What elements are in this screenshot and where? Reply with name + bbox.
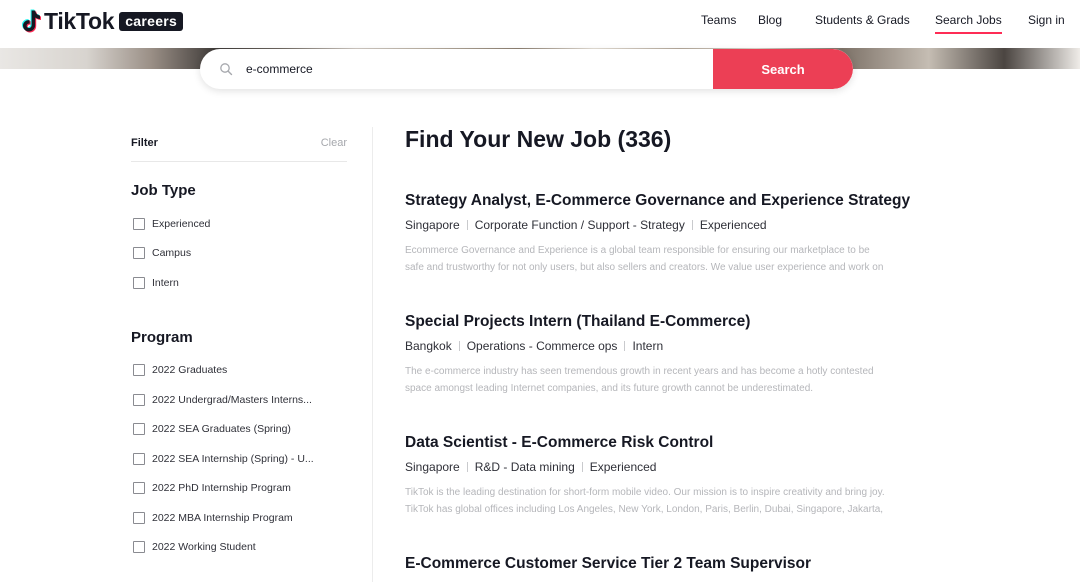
job-card: E-Commerce Customer Service Tier 2 Team … [405, 555, 965, 573]
option-label: Campus [152, 247, 192, 259]
job-description-line: TikTok has global offices including Los … [405, 504, 884, 515]
filter-label: Filter [131, 137, 158, 149]
job-type-option-experienced[interactable]: Experienced [133, 217, 210, 231]
option-label: 2022 MBA Internship Program [152, 512, 293, 524]
job-meta: Singapore Corporate Function / Support -… [405, 218, 965, 232]
program-option[interactable]: 2022 Graduates [133, 363, 227, 377]
job-location: Singapore [405, 460, 460, 474]
program-option[interactable]: 2022 Working Student [133, 540, 256, 554]
meta-separator [466, 462, 468, 472]
checkbox[interactable] [133, 482, 145, 494]
tiktok-note-icon [22, 9, 42, 33]
program-option[interactable]: 2022 SEA Graduates (Spring) [133, 422, 291, 436]
nav-students-grads[interactable]: Students & Grads [815, 13, 910, 27]
job-title-link[interactable]: Data Scientist - E-Commerce Risk Control [405, 434, 965, 452]
checkbox[interactable] [133, 512, 145, 524]
option-label: 2022 SEA Graduates (Spring) [152, 423, 291, 435]
job-description-line: space amongst leading Internet companies… [405, 383, 814, 394]
program-option[interactable]: 2022 SEA Internship (Spring) - U... [133, 452, 314, 466]
filter-header: Filter Clear [131, 127, 347, 162]
nav-search-jobs[interactable]: Search Jobs [935, 13, 1002, 34]
page-title: Find Your New Job (336) [405, 126, 672, 152]
column-divider [372, 127, 373, 582]
option-label: Intern [152, 277, 179, 289]
job-description-line: safe and trustworthy for not only users,… [405, 262, 884, 273]
checkbox[interactable] [133, 247, 145, 259]
job-card: Data Scientist - E-Commerce Risk Control… [405, 434, 965, 518]
job-description-line: Ecommerce Governance and Experience is a… [405, 245, 870, 256]
filter-sidebar: Filter Clear Job Type Experienced Campus… [131, 127, 347, 553]
job-type: Experienced [699, 218, 767, 232]
checkbox[interactable] [133, 218, 145, 230]
program-option[interactable]: 2022 PhD Internship Program [133, 481, 291, 495]
job-description: The e-commerce industry has seen tremend… [405, 363, 965, 397]
job-type-option-campus[interactable]: Campus [133, 246, 191, 260]
job-meta: Bangkok Operations - Commerce ops Intern [405, 339, 965, 353]
meta-separator [466, 220, 468, 230]
job-location: Singapore [405, 218, 460, 232]
meta-separator [691, 220, 693, 230]
job-card: Special Projects Intern (Thailand E-Comm… [405, 313, 965, 397]
nav-sign-in[interactable]: Sign in [1028, 13, 1065, 27]
search-button[interactable]: Search [713, 49, 853, 89]
option-label: 2022 Working Student [152, 541, 256, 553]
checkbox[interactable] [133, 423, 145, 435]
meta-separator [624, 341, 626, 351]
meta-separator [581, 462, 583, 472]
meta-separator [458, 341, 460, 351]
job-search-bar: Search [200, 49, 853, 89]
checkbox[interactable] [133, 277, 145, 289]
careers-badge: careers [119, 11, 184, 31]
job-type: Experienced [589, 460, 657, 474]
job-description: Ecommerce Governance and Experience is a… [405, 242, 965, 276]
option-label: 2022 SEA Internship (Spring) - U... [152, 453, 314, 465]
checkbox[interactable] [133, 364, 145, 376]
job-type: Intern [632, 339, 664, 353]
search-input[interactable] [246, 49, 706, 89]
brand-name: TikTok [44, 7, 115, 34]
job-type-option-intern[interactable]: Intern [133, 276, 179, 290]
program-heading: Program [131, 329, 193, 346]
job-title-link[interactable]: E-Commerce Customer Service Tier 2 Team … [405, 555, 965, 573]
checkbox[interactable] [133, 453, 145, 465]
program-option[interactable]: 2022 MBA Internship Program [133, 511, 293, 525]
job-title-link[interactable]: Strategy Analyst, E-Commerce Governance … [405, 192, 965, 210]
job-card: Strategy Analyst, E-Commerce Governance … [405, 192, 965, 276]
clear-filters-button[interactable]: Clear [321, 137, 347, 149]
nav-teams[interactable]: Teams [701, 13, 736, 27]
checkbox[interactable] [133, 541, 145, 553]
job-category: R&D - Data mining [474, 460, 575, 474]
search-icon [219, 62, 233, 76]
option-label: 2022 PhD Internship Program [152, 482, 291, 494]
job-type-heading: Job Type [131, 182, 196, 199]
job-category: Operations - Commerce ops [466, 339, 618, 353]
option-label: Experienced [152, 218, 211, 230]
nav-blog[interactable]: Blog [758, 13, 782, 27]
job-description-line: The e-commerce industry has seen tremend… [405, 366, 874, 377]
job-description-line: TikTok is the leading destination for sh… [405, 487, 885, 498]
job-category: Corporate Function / Support - Strategy [474, 218, 685, 232]
job-title-link[interactable]: Special Projects Intern (Thailand E-Comm… [405, 313, 965, 331]
site-header: TikTok careers Teams Blog Students & Gra… [0, 0, 1080, 48]
program-option[interactable]: 2022 Undergrad/Masters Interns... [133, 393, 312, 407]
option-label: 2022 Undergrad/Masters Interns... [152, 394, 312, 406]
job-meta: Singapore R&D - Data mining Experienced [405, 460, 965, 474]
job-description: TikTok is the leading destination for sh… [405, 484, 965, 518]
checkbox[interactable] [133, 394, 145, 406]
option-label: 2022 Graduates [152, 364, 228, 376]
tiktok-careers-logo[interactable]: TikTok careers [22, 7, 184, 34]
job-location: Bangkok [405, 339, 452, 353]
